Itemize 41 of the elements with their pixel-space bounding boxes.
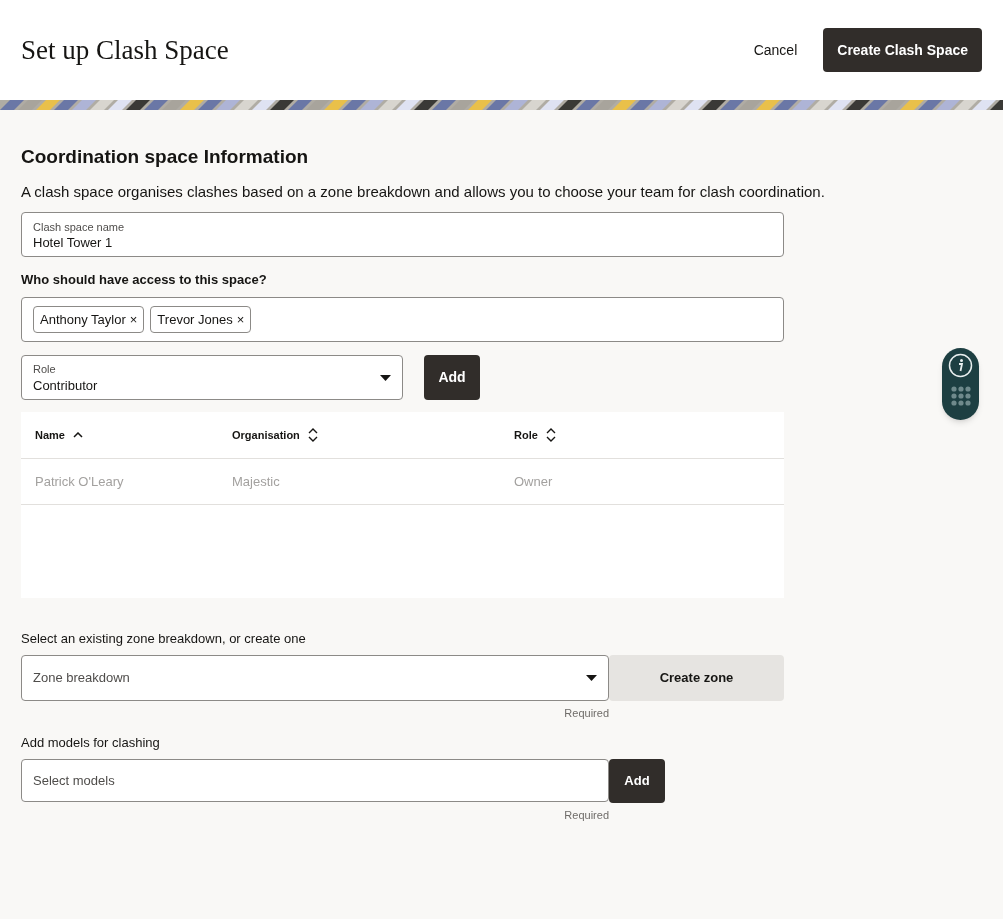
remove-chip-button[interactable]: × [129, 309, 138, 330]
field-label: Role [33, 362, 57, 378]
field-label: Clash space name [33, 219, 126, 235]
sort-icon[interactable] [545, 428, 556, 442]
zone-breakdown-select[interactable]: Zone breakdown [21, 654, 609, 701]
create-zone-button[interactable]: Create zone [609, 654, 784, 701]
chip-label: Anthony Taylor [40, 310, 126, 329]
help-widget[interactable] [942, 348, 979, 420]
sort-ascending-icon[interactable] [72, 432, 83, 438]
table-cell-text: Majestic [232, 472, 281, 491]
models-field[interactable]: Select models [21, 758, 609, 802]
sort-icon[interactable] [307, 428, 318, 442]
models-label: Add models for clashing [21, 734, 161, 752]
caret-icon [586, 674, 597, 681]
info-icon[interactable] [948, 353, 973, 378]
column-header: Role [514, 427, 538, 443]
cancel-button[interactable]: Cancel [737, 31, 814, 69]
column-header: Name [35, 427, 65, 443]
table-cell-text: Patrick O'Leary [35, 472, 125, 491]
column-header: Organisation [232, 427, 300, 443]
section-heading: Coordination space Information [21, 145, 310, 169]
zone-label: Select an existing zone breakdown, or create one [21, 630, 307, 648]
section-description: A clash space organises clashes based on a zone breakdown and allows you to choose your team for clash coordination. [21, 181, 825, 202]
add-button[interactable]: Add [424, 355, 480, 400]
grid-dots-icon[interactable] [950, 386, 971, 406]
chip-label: Trevor Jones [157, 310, 233, 329]
role-select[interactable]: Role Contributor [21, 355, 403, 400]
select-placeholder: Zone breakdown [33, 668, 131, 687]
field-value: Contributor [33, 377, 99, 394]
add-models-button[interactable]: Add [609, 758, 665, 803]
caret-icon [380, 374, 391, 381]
remove-chip-button[interactable]: × [236, 309, 245, 330]
access-label: Who should have access to this space? [21, 270, 268, 289]
page-title: Set up Clash Space [21, 33, 230, 67]
create-clash-space-button[interactable]: Create Clash Space [823, 28, 982, 72]
required-hint: Required [564, 807, 609, 823]
clash-space-name-field[interactable]: Clash space name Hotel Tower 1 [21, 211, 784, 257]
field-value: Hotel Tower 1 [33, 235, 114, 251]
required-hint: Required [564, 705, 609, 721]
table-cell-text: Owner [514, 472, 553, 491]
people-field[interactable]: Anthony Taylor × Trevor Jones × [21, 297, 784, 342]
